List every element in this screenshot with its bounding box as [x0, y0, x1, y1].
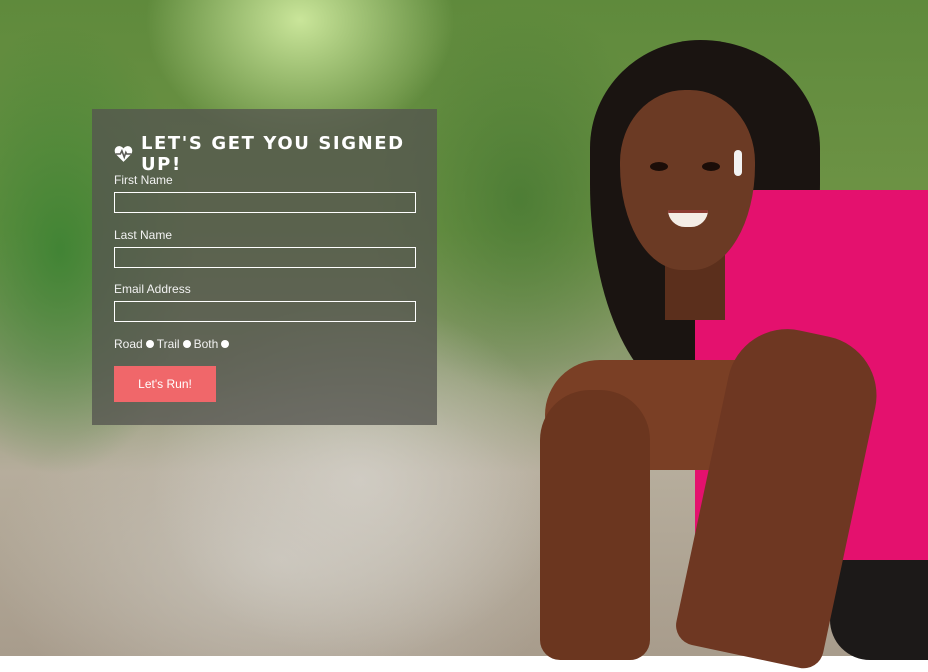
trail-radio[interactable]: [182, 340, 191, 348]
email-group: Email Address: [114, 282, 416, 322]
first-name-label: First Name: [114, 173, 173, 187]
both-label: Both: [193, 337, 219, 351]
both-radio[interactable]: [221, 340, 230, 348]
form-header: LET'S GET YOU SIGNED UP!: [114, 133, 437, 175]
lets-run-button[interactable]: Let's Run!: [114, 366, 216, 402]
last-name-input[interactable]: [114, 247, 416, 268]
run-type-options: Road Trail Both: [114, 337, 232, 351]
signup-form: LET'S GET YOU SIGNED UP! First Name Last…: [92, 109, 437, 425]
email-label: Email Address: [114, 282, 191, 296]
runner-shin: [540, 390, 650, 660]
trail-label: Trail: [156, 337, 180, 351]
eye: [650, 162, 668, 171]
last-name-label: Last Name: [114, 228, 173, 242]
first-name-group: First Name: [114, 173, 416, 213]
road-radio[interactable]: [145, 340, 154, 348]
heartbeat-icon: [114, 146, 133, 162]
form-title: LET'S GET YOU SIGNED UP!: [140, 133, 405, 175]
earbud: [734, 150, 742, 176]
eye: [702, 162, 720, 171]
road-label: Road: [114, 337, 143, 351]
email-input[interactable]: [114, 301, 416, 322]
last-name-group: Last Name: [114, 228, 416, 268]
first-name-input[interactable]: [114, 192, 416, 213]
smile: [668, 210, 708, 227]
runner-photo: [520, 30, 928, 672]
